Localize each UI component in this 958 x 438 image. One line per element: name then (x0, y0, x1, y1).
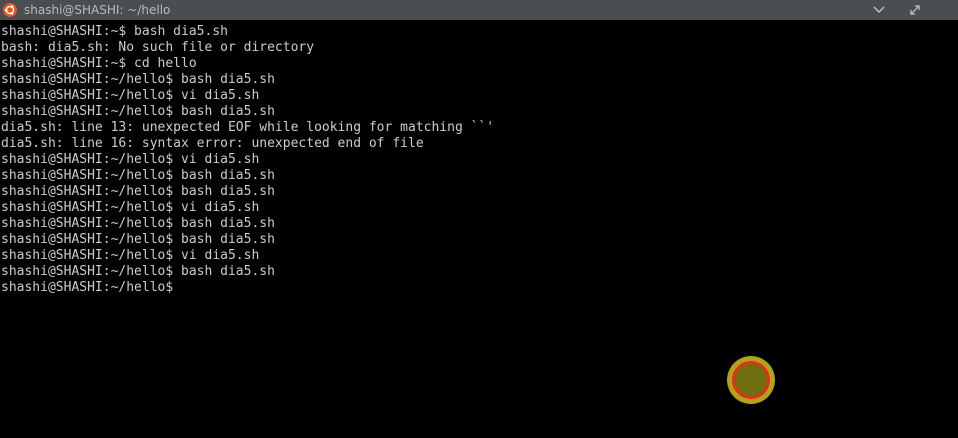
terminal-line: dia5.sh: line 16: syntax error: unexpect… (1, 136, 424, 151)
terminal-line: shashi@SHASHI:~/hello$ vi dia5.sh (1, 152, 260, 167)
title-bar[interactable]: shashi@SHASHI: ~/hello (0, 0, 958, 20)
terminal-line: shashi@SHASHI:~/hello$ bash dia5.sh (1, 184, 275, 199)
cursor-highlight-icon (727, 356, 775, 404)
terminal-line: shashi@SHASHI:~/hello$ vi dia5.sh (1, 88, 260, 103)
terminal-line: dia5.sh: line 13: unexpected EOF while l… (1, 120, 495, 135)
terminal-line: shashi@SHASHI:~$ cd hello (1, 56, 197, 71)
terminal-line: shashi@SHASHI:~/hello$ bash dia5.sh (1, 72, 275, 87)
terminal-line: shashi@SHASHI:~/hello$ bash dia5.sh (1, 232, 275, 247)
terminal-line: shashi@SHASHI:~/hello$ vi dia5.sh (1, 200, 260, 215)
terminal-prompt[interactable]: shashi@SHASHI:~/hello$ (1, 280, 173, 296)
terminal-line: shashi@SHASHI:~/hello$ vi dia5.sh (1, 248, 260, 263)
terminal-output[interactable]: shashi@SHASHI:~$ bash dia5.sh bash: dia5… (0, 21, 958, 438)
maximize-icon[interactable] (900, 0, 930, 20)
terminal-line: shashi@SHASHI:~$ bash dia5.sh (1, 24, 228, 39)
terminal-line: shashi@SHASHI:~/hello$ bash dia5.sh (1, 168, 275, 183)
ubuntu-icon (3, 3, 17, 17)
cursor-highlight-ring (732, 361, 770, 399)
terminal-line: shashi@SHASHI:~/hello$ bash dia5.sh (1, 216, 275, 231)
terminal-line: bash: dia5.sh: No such file or directory (1, 40, 315, 55)
window-title: shashi@SHASHI: ~/hello (24, 3, 171, 17)
terminal-line: shashi@SHASHI:~/hello$ bash dia5.sh (1, 264, 275, 279)
chevron-down-icon[interactable] (864, 0, 894, 20)
terminal-line: shashi@SHASHI:~/hello$ bash dia5.sh (1, 104, 275, 119)
